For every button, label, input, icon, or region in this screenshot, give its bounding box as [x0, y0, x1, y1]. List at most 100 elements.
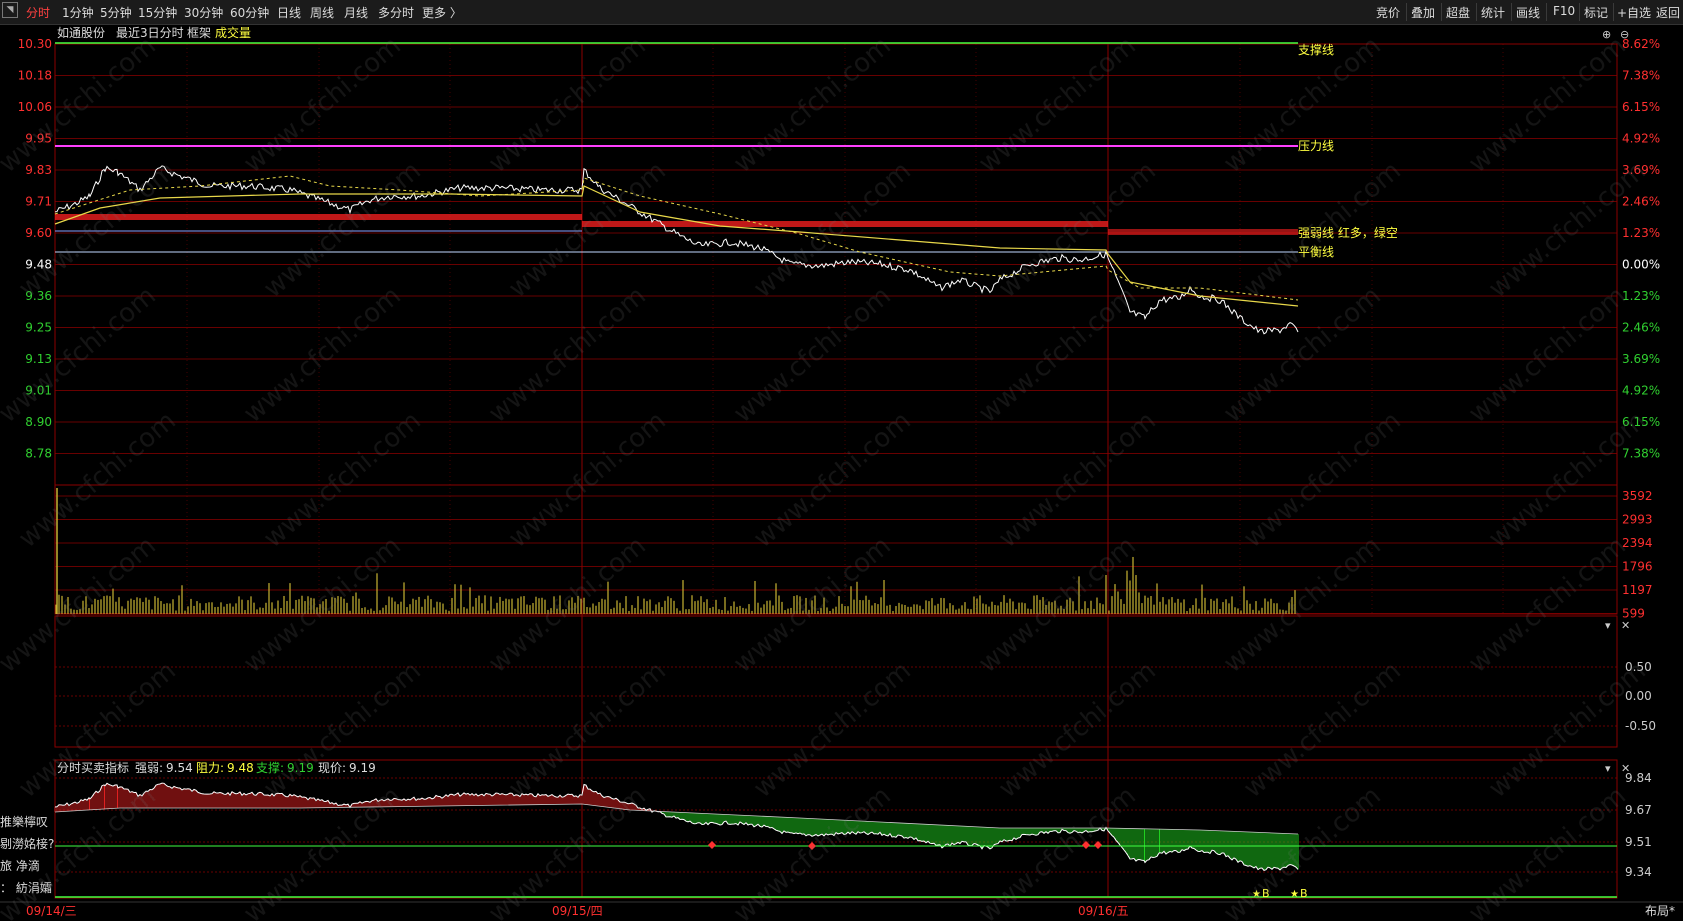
pct-axis-label: 7.38% [1622, 69, 1660, 83]
date-label: 09/14/三 [26, 904, 77, 918]
pct-axis-label: 4.92% [1622, 384, 1660, 398]
pct-axis-label: 3.69% [1622, 352, 1660, 366]
dropdown-icon: ▾ [1605, 619, 1611, 632]
period-tab-month[interactable]: 月线 [344, 4, 368, 21]
price-axis-label: 9.48 [25, 258, 52, 272]
indicator1-axis-label: -0.50 [1625, 719, 1656, 733]
indicator1-axis-label: 0.00 [1625, 689, 1652, 703]
indicator2-axis-label: 9.34 [1625, 865, 1652, 879]
strength-label: 强弱: [135, 761, 163, 775]
volume-bars [55, 488, 1296, 614]
corner-menu-icon[interactable]: ◥ [2, 2, 18, 18]
resistance-value: 9.48 [227, 761, 254, 775]
auction-button[interactable]: 竞价 [1376, 4, 1400, 21]
bull-band [1108, 229, 1298, 235]
price-line [54, 165, 1299, 335]
layout-button: 布局* [1645, 904, 1675, 918]
price-axis-label: 9.36 [25, 289, 52, 303]
add-watchlist-button[interactable]: +自选 [1617, 4, 1651, 21]
main-panel-border [54, 43, 1618, 615]
period-tab-week[interactable]: 周线 [310, 4, 334, 21]
price-axis-label: 9.95 [25, 132, 52, 146]
bull-band [55, 214, 582, 220]
axis-labels: 10.30 8.62%10.18 7.38%10.06 6.15%9.95 4.92%9… [0, 25, 1675, 918]
period-tab-day[interactable]: 日线 [277, 4, 301, 21]
indicator2-price-line [54, 782, 1299, 871]
period-tab-multi[interactable]: 多分时 [378, 4, 414, 21]
indicator2-axis-label: 9.51 [1625, 835, 1652, 849]
truncated-indicator-label: 旅 净滴 [0, 858, 40, 873]
pct-axis-label: 1.23% [1622, 226, 1660, 240]
mark-button[interactable]: 标记 [1584, 4, 1608, 21]
dropdown-icon: ▾ [1605, 762, 1611, 775]
balance-line-label: 平衡线 [1298, 245, 1334, 259]
current-value: 9.19 [349, 761, 376, 775]
price-axis-label: 9.71 [25, 195, 52, 209]
pct-axis-label: 3.69% [1622, 163, 1660, 177]
volume-axis-label: 1197 [1622, 583, 1653, 597]
indicator2-axis-label: 9.67 [1625, 803, 1652, 817]
volume-axis-label: 2394 [1622, 536, 1653, 550]
price-axis-label: 9.01 [25, 384, 52, 398]
date-label: 09/15/四 [552, 904, 603, 918]
pct-axis-label: 2.46% [1622, 195, 1660, 209]
price-axis-label: 9.83 [25, 163, 52, 177]
price-axis-label: 9.60 [25, 226, 52, 240]
period-tab-5min[interactable]: 5分钟 [100, 4, 132, 21]
super-button[interactable]: 超盘 [1446, 4, 1470, 21]
close-icon: ✕ [1621, 619, 1630, 632]
price-axis-label: 8.90 [25, 415, 52, 429]
pct-axis-label: 0.00% [1622, 258, 1660, 272]
pct-axis-label: 2.46% [1622, 321, 1660, 335]
volume-axis-label: 3592 [1622, 489, 1653, 503]
overlay-button[interactable]: 叠加 [1411, 4, 1435, 21]
star-icon: ★ [1290, 889, 1299, 900]
truncated-indicator-label: 推樂檸叹 [0, 814, 48, 829]
price-axis-label: 9.13 [25, 352, 52, 366]
indicator1-border [54, 615, 1618, 748]
period-toolbar: 分时 1分钟 5分钟 15分钟 30分钟 60分钟 日线 周线 月线 多分时 更… [0, 0, 1683, 25]
volume-label: 成交量 [215, 25, 251, 40]
draw-line-button[interactable]: 画线 [1516, 4, 1540, 21]
period-tab-more[interactable]: 更多 〉 [422, 4, 462, 21]
pct-axis-label: 1.23% [1622, 289, 1660, 303]
price-axis-label: 9.25 [25, 321, 52, 335]
indicator2-title: 分时买卖指标 [57, 760, 129, 775]
pressure-line-label: 压力线 [1298, 139, 1334, 153]
stock-name: 如通股份 [57, 25, 105, 40]
support-label: 支撑: [256, 760, 284, 775]
stats-button[interactable]: 统计 [1481, 4, 1505, 21]
pct-axis-label: 6.15% [1622, 100, 1660, 114]
period-tab-60min[interactable]: 60分钟 [230, 4, 269, 21]
close-icon: ✕ [1621, 762, 1630, 775]
buy-marker-text: B [1262, 887, 1270, 900]
zoom-out-icon: ⊖ [1620, 28, 1629, 41]
average-price-line [54, 185, 1299, 307]
zoom-in-icon: ⊕ [1602, 28, 1611, 41]
period-label: 最近3日分时 [116, 26, 184, 40]
star-icon: ★ [1252, 889, 1261, 900]
period-tab-15min[interactable]: 15分钟 [138, 4, 177, 21]
support-line-label: 支撑线 [1298, 42, 1334, 57]
period-tab-30min[interactable]: 30分钟 [184, 4, 223, 21]
pct-axis-label: 4.92% [1622, 132, 1660, 146]
volume-axis-label: 2993 [1622, 513, 1653, 527]
period-tab-1min[interactable]: 1分钟 [62, 4, 94, 21]
chart-area: 10.30 8.62%10.18 7.38%10.06 6.15%9.95 4.92%9… [0, 25, 1683, 918]
date-label: 09/16/五 [1078, 904, 1129, 918]
f10-button[interactable]: F10 [1553, 4, 1575, 18]
indicator1-axis-label: 0.50 [1625, 660, 1652, 674]
signal-marker [808, 842, 816, 850]
price-axis-label: 10.30 [18, 37, 52, 51]
price-axis-label: 10.06 [18, 100, 52, 114]
indicator-bars [54, 783, 1299, 871]
pct-axis-label: 7.38% [1622, 447, 1660, 461]
back-button[interactable]: 返回 [1656, 4, 1680, 21]
price-axis-label: 10.18 [18, 69, 52, 83]
buy-marker-text: B [1300, 887, 1308, 900]
bull-bear-label: 强弱线 红多，绿空 [1298, 225, 1398, 240]
period-tab-fenshi[interactable]: 分时 [26, 4, 50, 21]
resistance-label: 阻力: [196, 761, 224, 775]
pct-axis-label: 6.15% [1622, 415, 1660, 429]
support-value: 9.19 [287, 761, 314, 775]
